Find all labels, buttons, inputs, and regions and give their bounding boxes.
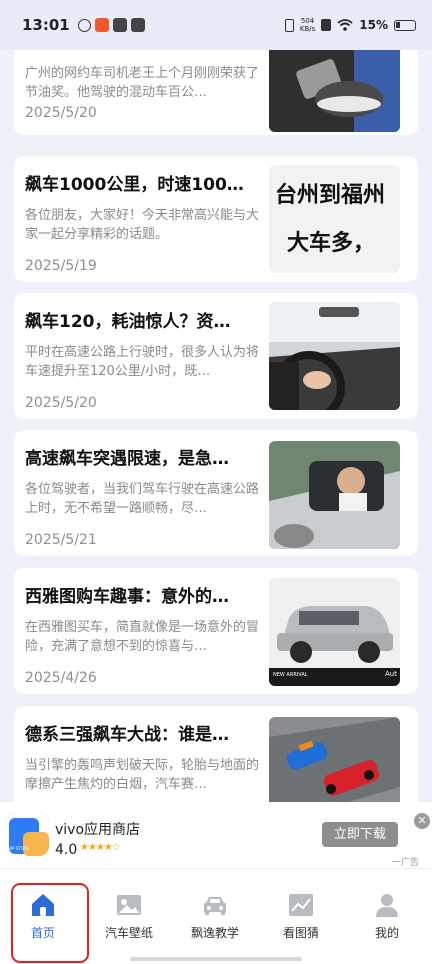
article-date: 2025/4/26 — [25, 670, 97, 686]
article-title: 西雅图购车趣事：意外的… — [25, 587, 229, 607]
suv-image: NEW ARRIVAL Aut — [269, 578, 400, 686]
user-icon — [376, 894, 398, 917]
network-speed-unit: KB/s — [299, 25, 316, 33]
battery-percent: 15% — [359, 18, 388, 32]
article-summary: 广州的网约车司机老王上个月刚刚荣获了节油奖。他驾驶的混动车百公… — [25, 66, 260, 100]
nav-label: 汽车壁纸 — [104, 926, 153, 940]
chart-image-icon — [289, 894, 313, 916]
vibrate-icon — [284, 18, 294, 32]
thumb-caption: NEW ARRIVAL — [273, 672, 308, 678]
article-summary: 当引擎的轰鸣声划破天际，轮胎与地面的摩擦产生焦灼的白烟，汽车赛… — [25, 758, 260, 792]
steering-wheel-image — [269, 302, 400, 410]
article-card[interactable]: 飙车120，耗油惊人？资… 平时在高速公路上行驶时，很多人认为将车速提升至120… — [14, 293, 418, 419]
leaf-app-icon — [77, 18, 91, 32]
message-app-icon — [130, 18, 145, 32]
article-card[interactable]: 高速飙车突遇限速，是急… 各位驾驶者，当我们驾车行驶在高速公路上时，无不希望一路… — [14, 430, 418, 556]
article-feed[interactable]: 广州的网约车司机老王上个月刚刚荣获了节油奖。他驾驶的混动车百公… 2025/5/… — [0, 50, 432, 802]
nav-picture-guess[interactable]: 看图猜 — [258, 869, 344, 964]
highlight-box — [11, 883, 89, 963]
pedals-shoe-image — [269, 50, 400, 132]
status-time: 13:01 — [22, 16, 70, 34]
network-speed-value: 504 — [300, 17, 315, 25]
download-button[interactable]: 立即下载 — [322, 822, 398, 847]
ad-app-name: vivo应用商店 — [55, 822, 141, 838]
article-title: 飙车120，耗油惊人？资… — [25, 312, 231, 332]
article-date: 2025/5/20 — [25, 105, 97, 121]
ad-close-button[interactable]: ✕ — [414, 813, 430, 829]
nav-car-wallpaper[interactable]: 汽车壁纸 — [86, 869, 172, 964]
article-card[interactable]: 德系三强飙车大战：谁是… 当引擎的轰鸣声划破天际，轮胎与地面的摩擦产生焦灼的白烟… — [14, 706, 418, 802]
article-title: 德系三强飙车大战：谁是… — [25, 725, 229, 745]
article-summary: 平时在高速公路上行驶时，很多人认为将车速提升至120公里/小时，既… — [25, 345, 260, 379]
network-speed: 504 KB/s — [300, 17, 315, 33]
article-summary: 在西雅图买车，简直就像是一场意外的冒险，充满了意想不到的惊喜与… — [25, 620, 260, 654]
article-title: 飙车1000公里，时速100… — [25, 175, 244, 195]
ad-logo-text: APP STORE — [7, 846, 30, 851]
ad-tag: 一广告 — [392, 858, 420, 868]
home-indicator[interactable] — [130, 957, 302, 961]
nav-drift-tutorial[interactable]: 飘逸教学 — [172, 869, 258, 964]
ad-rating: 4.0 — [55, 842, 78, 858]
thumb-corner-text: Aut — [385, 670, 397, 678]
article-card[interactable]: 飙车1000公里，时速100… 各位朋友，大家好！今天非常高兴能与大家一起分享精… — [14, 156, 418, 282]
notification-icons — [77, 18, 145, 32]
article-card[interactable]: 西雅图购车趣事：意外的… 在西雅图买车，简直就像是一场意外的冒险，充满了意想不到… — [14, 568, 418, 694]
article-date: 2025/5/19 — [25, 258, 97, 274]
battery-icon — [394, 19, 416, 31]
driver-car-image — [269, 441, 400, 549]
ad-stars: ★★★★☆ — [80, 842, 121, 853]
nav-label: 飘逸教学 — [190, 926, 239, 940]
image-icon — [117, 895, 141, 915]
article-title: 高速飙车突遇限速，是急… — [25, 449, 229, 469]
vivo-app-store-logo: APP STORE — [5, 812, 49, 856]
article-card[interactable]: 广州的网约车司机老王上个月刚刚荣获了节油奖。他驾驶的混动车百公… 2025/5/… — [14, 50, 418, 135]
wifi-icon — [337, 19, 353, 31]
article-date: 2025/5/20 — [25, 395, 97, 411]
bottom-nav: 首页 汽车壁纸 飘逸教学 看图猜 我的 — [0, 868, 432, 964]
article-summary: 各位朋友，大家好！今天非常高兴能与大家一起分享精彩的话题。 — [25, 208, 260, 242]
ad-banner[interactable]: APP STORE vivo应用商店 4.0 ★★★★☆ 立即下载 ✕ 一广告 — [0, 802, 432, 868]
article-summary: 各位驾驶者，当我们驾车行驶在高速公路上时，无不希望一路顺畅，尽… — [25, 482, 260, 516]
text-banner-image: 台州到福州 大车多， — [269, 165, 400, 273]
no-sim-icon — [321, 19, 332, 31]
nav-label: 看图猜 — [282, 926, 319, 940]
car-icon — [204, 897, 226, 915]
news-app-icon — [94, 18, 109, 32]
banner-text-1: 台州到福州 — [275, 183, 386, 208]
nav-label: 我的 — [374, 926, 399, 940]
article-date: 2025/5/21 — [25, 532, 97, 548]
banner-text-2: 大车多， — [287, 231, 376, 256]
race-cars-image — [269, 717, 400, 802]
mail-app-icon — [112, 18, 127, 32]
nav-mine[interactable]: 我的 — [344, 869, 430, 964]
status-bar: 13:01 504 KB/s 15% — [0, 0, 432, 50]
